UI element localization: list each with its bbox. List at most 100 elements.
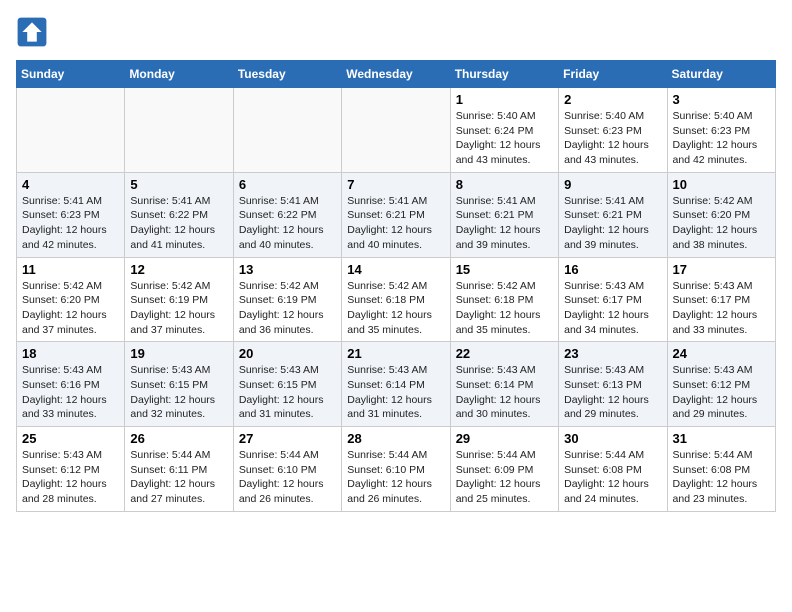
- day-info: Daylight: 12 hours: [564, 138, 661, 153]
- day-info: Sunset: 6:08 PM: [564, 463, 661, 478]
- day-info: Sunset: 6:22 PM: [130, 208, 227, 223]
- day-info: Daylight: 12 hours: [130, 223, 227, 238]
- day-info: Daylight: 12 hours: [130, 393, 227, 408]
- day-info: Daylight: 12 hours: [130, 477, 227, 492]
- day-info: and 29 minutes.: [564, 407, 661, 422]
- day-info: Sunset: 6:13 PM: [564, 378, 661, 393]
- day-info: and 30 minutes.: [456, 407, 553, 422]
- day-info: Daylight: 12 hours: [456, 138, 553, 153]
- day-info: Sunrise: 5:43 AM: [456, 363, 553, 378]
- day-cell: 22Sunrise: 5:43 AMSunset: 6:14 PMDayligh…: [450, 342, 558, 427]
- day-cell: 14Sunrise: 5:42 AMSunset: 6:18 PMDayligh…: [342, 257, 450, 342]
- day-info: Sunset: 6:08 PM: [673, 463, 770, 478]
- day-info: Sunset: 6:09 PM: [456, 463, 553, 478]
- day-info: and 27 minutes.: [130, 492, 227, 507]
- day-number: 29: [456, 431, 553, 446]
- day-info: and 38 minutes.: [673, 238, 770, 253]
- day-info: Sunset: 6:12 PM: [22, 463, 119, 478]
- week-row-1: 1Sunrise: 5:40 AMSunset: 6:24 PMDaylight…: [17, 88, 776, 173]
- day-info: and 24 minutes.: [564, 492, 661, 507]
- day-info: Sunset: 6:23 PM: [564, 124, 661, 139]
- day-info: Sunset: 6:19 PM: [130, 293, 227, 308]
- day-cell: 17Sunrise: 5:43 AMSunset: 6:17 PMDayligh…: [667, 257, 775, 342]
- day-cell: 25Sunrise: 5:43 AMSunset: 6:12 PMDayligh…: [17, 427, 125, 512]
- week-row-2: 4Sunrise: 5:41 AMSunset: 6:23 PMDaylight…: [17, 172, 776, 257]
- day-cell: 16Sunrise: 5:43 AMSunset: 6:17 PMDayligh…: [559, 257, 667, 342]
- day-number: 16: [564, 262, 661, 277]
- day-cell: 15Sunrise: 5:42 AMSunset: 6:18 PMDayligh…: [450, 257, 558, 342]
- day-info: Sunset: 6:16 PM: [22, 378, 119, 393]
- day-info: Sunrise: 5:44 AM: [239, 448, 336, 463]
- calendar-header: SundayMondayTuesdayWednesdayThursdayFrid…: [17, 61, 776, 88]
- day-cell: 2Sunrise: 5:40 AMSunset: 6:23 PMDaylight…: [559, 88, 667, 173]
- day-info: Sunset: 6:15 PM: [130, 378, 227, 393]
- day-info: Sunrise: 5:42 AM: [130, 279, 227, 294]
- day-cell: 23Sunrise: 5:43 AMSunset: 6:13 PMDayligh…: [559, 342, 667, 427]
- day-cell: 27Sunrise: 5:44 AMSunset: 6:10 PMDayligh…: [233, 427, 341, 512]
- day-info: Daylight: 12 hours: [456, 223, 553, 238]
- day-info: Sunrise: 5:40 AM: [456, 109, 553, 124]
- day-info: and 37 minutes.: [22, 323, 119, 338]
- day-number: 15: [456, 262, 553, 277]
- day-info: Daylight: 12 hours: [22, 477, 119, 492]
- day-info: and 34 minutes.: [564, 323, 661, 338]
- logo: [16, 16, 52, 48]
- day-info: Sunrise: 5:42 AM: [347, 279, 444, 294]
- day-info: Sunrise: 5:42 AM: [22, 279, 119, 294]
- day-info: and 40 minutes.: [347, 238, 444, 253]
- general-blue-logo-icon: [16, 16, 48, 48]
- day-number: 27: [239, 431, 336, 446]
- day-info: Daylight: 12 hours: [347, 477, 444, 492]
- day-cell: 21Sunrise: 5:43 AMSunset: 6:14 PMDayligh…: [342, 342, 450, 427]
- day-cell: 5Sunrise: 5:41 AMSunset: 6:22 PMDaylight…: [125, 172, 233, 257]
- day-info: Daylight: 12 hours: [347, 223, 444, 238]
- day-info: Daylight: 12 hours: [347, 308, 444, 323]
- day-info: Sunset: 6:12 PM: [673, 378, 770, 393]
- day-number: 24: [673, 346, 770, 361]
- day-info: Daylight: 12 hours: [673, 477, 770, 492]
- day-info: Sunset: 6:21 PM: [456, 208, 553, 223]
- day-info: Daylight: 12 hours: [239, 308, 336, 323]
- day-info: Daylight: 12 hours: [239, 223, 336, 238]
- day-info: Sunset: 6:18 PM: [347, 293, 444, 308]
- day-info: Daylight: 12 hours: [347, 393, 444, 408]
- header: [16, 16, 776, 48]
- day-info: and 36 minutes.: [239, 323, 336, 338]
- day-number: 11: [22, 262, 119, 277]
- day-info: Sunset: 6:20 PM: [22, 293, 119, 308]
- day-info: Daylight: 12 hours: [673, 308, 770, 323]
- day-info: Daylight: 12 hours: [22, 223, 119, 238]
- day-number: 8: [456, 177, 553, 192]
- day-info: Sunset: 6:10 PM: [239, 463, 336, 478]
- day-info: Sunrise: 5:43 AM: [673, 363, 770, 378]
- calendar-body: 1Sunrise: 5:40 AMSunset: 6:24 PMDaylight…: [17, 88, 776, 512]
- day-cell: 13Sunrise: 5:42 AMSunset: 6:19 PMDayligh…: [233, 257, 341, 342]
- day-info: Daylight: 12 hours: [22, 393, 119, 408]
- day-info: and 37 minutes.: [130, 323, 227, 338]
- day-cell: 9Sunrise: 5:41 AMSunset: 6:21 PMDaylight…: [559, 172, 667, 257]
- week-row-3: 11Sunrise: 5:42 AMSunset: 6:20 PMDayligh…: [17, 257, 776, 342]
- day-info: Daylight: 12 hours: [564, 477, 661, 492]
- day-info: Sunrise: 5:41 AM: [564, 194, 661, 209]
- day-cell: 6Sunrise: 5:41 AMSunset: 6:22 PMDaylight…: [233, 172, 341, 257]
- day-cell: 8Sunrise: 5:41 AMSunset: 6:21 PMDaylight…: [450, 172, 558, 257]
- day-info: Sunset: 6:17 PM: [564, 293, 661, 308]
- day-info: and 29 minutes.: [673, 407, 770, 422]
- day-cell: 26Sunrise: 5:44 AMSunset: 6:11 PMDayligh…: [125, 427, 233, 512]
- day-cell: 28Sunrise: 5:44 AMSunset: 6:10 PMDayligh…: [342, 427, 450, 512]
- day-info: Daylight: 12 hours: [22, 308, 119, 323]
- day-cell: 12Sunrise: 5:42 AMSunset: 6:19 PMDayligh…: [125, 257, 233, 342]
- day-cell: 19Sunrise: 5:43 AMSunset: 6:15 PMDayligh…: [125, 342, 233, 427]
- day-cell: 3Sunrise: 5:40 AMSunset: 6:23 PMDaylight…: [667, 88, 775, 173]
- day-cell: 7Sunrise: 5:41 AMSunset: 6:21 PMDaylight…: [342, 172, 450, 257]
- day-info: and 35 minutes.: [347, 323, 444, 338]
- day-info: Sunrise: 5:44 AM: [673, 448, 770, 463]
- week-row-4: 18Sunrise: 5:43 AMSunset: 6:16 PMDayligh…: [17, 342, 776, 427]
- day-info: and 31 minutes.: [239, 407, 336, 422]
- day-number: 12: [130, 262, 227, 277]
- day-info: Sunset: 6:23 PM: [22, 208, 119, 223]
- day-cell: [125, 88, 233, 173]
- day-info: Sunset: 6:18 PM: [456, 293, 553, 308]
- day-info: Sunrise: 5:44 AM: [130, 448, 227, 463]
- day-info: Sunset: 6:14 PM: [456, 378, 553, 393]
